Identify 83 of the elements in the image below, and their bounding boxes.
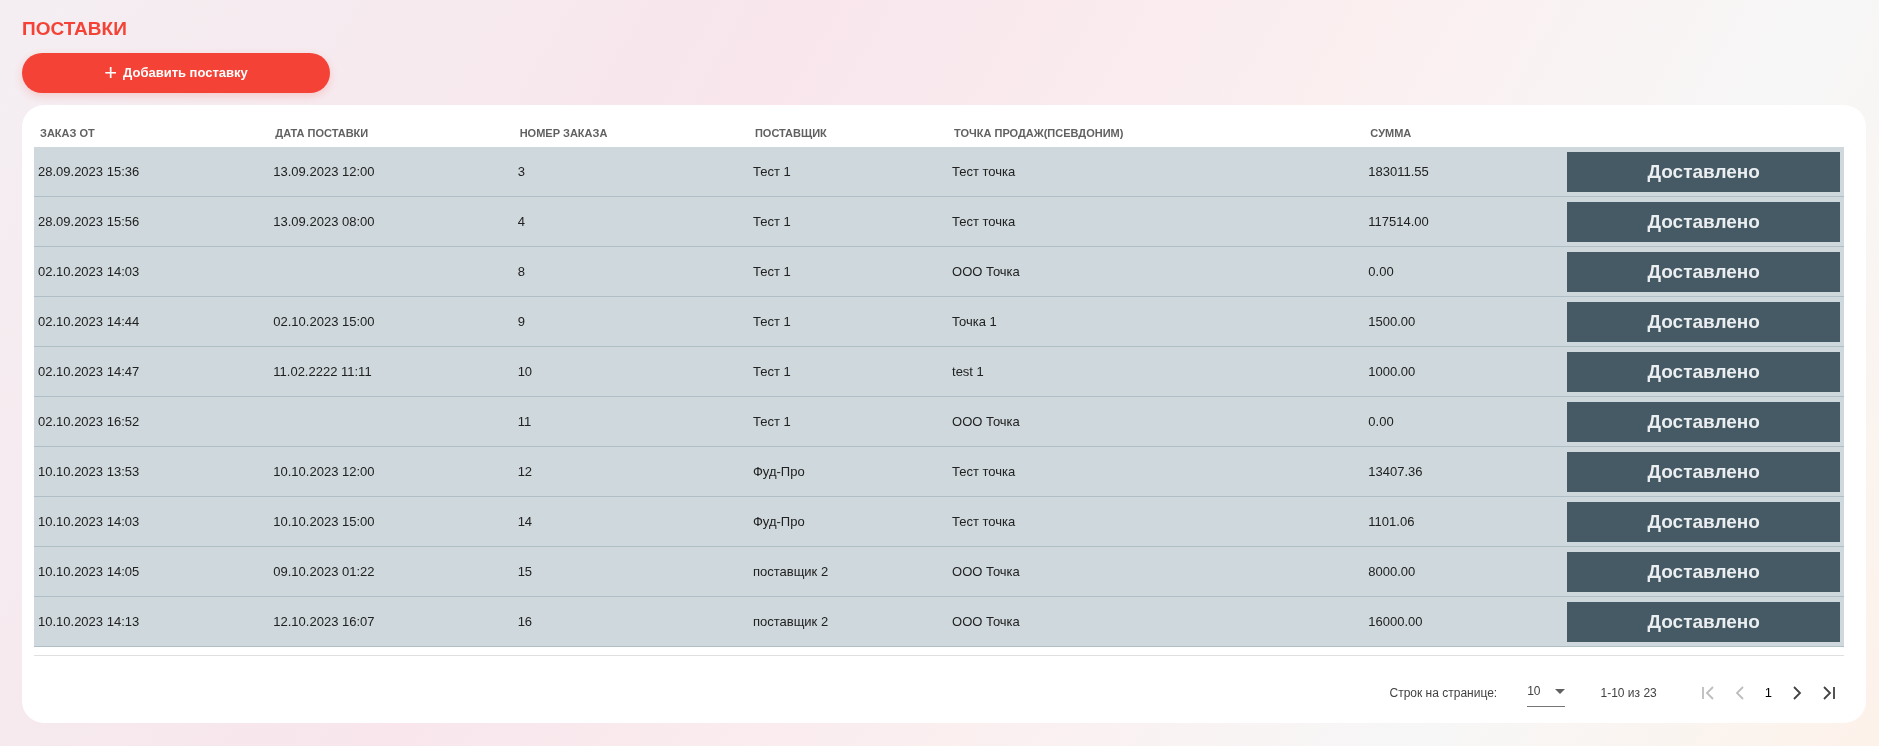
status-button[interactable]: Доставлено <box>1567 501 1840 542</box>
status-button[interactable]: Доставлено <box>1567 201 1840 242</box>
table-cell: ООО Точка <box>948 597 1365 648</box>
table-cell: 9 <box>513 297 749 348</box>
table-cell: 10.10.2023 13:53 <box>34 447 270 498</box>
table-cell: 13.09.2023 08:00 <box>269 197 514 248</box>
table-cell: 14 <box>513 497 749 548</box>
rows-per-page-label: Строк на странице: <box>1389 684 1498 702</box>
status-button[interactable]: Доставлено <box>1567 451 1840 492</box>
table-cell: Тест точка <box>948 197 1365 248</box>
table-cell: 0.00 <box>1364 397 1564 448</box>
table-cell: 1500.00 <box>1364 297 1564 348</box>
table-cell: 28.09.2023 15:36 <box>34 147 270 198</box>
table-cell: 4 <box>513 197 749 248</box>
table-cell: 12 <box>513 447 749 498</box>
last-page-icon[interactable] <box>1820 684 1836 701</box>
table-cell: 10 <box>513 347 749 398</box>
table-cell: 10.10.2023 14:05 <box>34 547 270 598</box>
table-cell: 13407.36 <box>1364 447 1564 498</box>
table-cell: 12.10.2023 16:07 <box>269 597 514 648</box>
table-cell: 02.10.2023 15:00 <box>269 297 514 348</box>
table-cell: 15 <box>513 547 749 598</box>
table-cell: Тест точка <box>948 447 1365 498</box>
column-header: ДАТА ПОСТАВКИ <box>274 125 370 141</box>
table-cell: Тест точка <box>948 497 1365 548</box>
table-cell: 16000.00 <box>1364 597 1564 648</box>
table-cell: 16 <box>513 597 749 648</box>
table-cell: ООО Точка <box>948 547 1365 598</box>
table-cell: Тест 1 <box>748 297 949 348</box>
table-cell: 11.02.2222 11:11 <box>269 347 514 398</box>
page-number[interactable]: 1 <box>1756 683 1780 703</box>
table-cell: Тест 1 <box>748 147 949 198</box>
table-cell: ООО Точка <box>948 397 1365 448</box>
status-button[interactable]: Доставлено <box>1567 251 1840 292</box>
table-cell: 0.00 <box>1364 247 1564 298</box>
table-cell: 10.10.2023 14:13 <box>34 597 270 648</box>
table-cell: Фуд-Про <box>748 447 949 498</box>
plus-icon: + <box>104 61 118 84</box>
table-cell: Тест 1 <box>748 347 949 398</box>
status-button[interactable]: Доставлено <box>1567 551 1840 592</box>
table-cell: test 1 <box>948 347 1365 398</box>
table-cell: 117514.00 <box>1364 197 1564 248</box>
table-cell: 02.10.2023 14:03 <box>34 247 270 298</box>
column-header: ЗАКАЗ ОТ <box>39 125 96 141</box>
table-cell: 10.10.2023 15:00 <box>269 497 514 548</box>
page-title: ПОСТАВКИ <box>22 18 128 41</box>
table-cell: поставщик 2 <box>748 547 949 598</box>
column-header: ТОЧКА ПРОДАЖ(ПСЕВДОНИМ) <box>953 125 1125 141</box>
table-cell: 8000.00 <box>1364 547 1564 598</box>
column-header: НОМЕР ЗАКАЗА <box>518 125 609 141</box>
table-cell: 11 <box>513 397 749 448</box>
rows-per-page-select[interactable]: 10 <box>1527 678 1565 708</box>
table-cell: 10.10.2023 14:03 <box>34 497 270 548</box>
table-cell: 8 <box>513 247 749 298</box>
table-cell: Тест 1 <box>748 247 949 298</box>
table-cell: 13.09.2023 12:00 <box>269 147 514 198</box>
status-button[interactable]: Доставлено <box>1567 601 1840 642</box>
table-cell: 1000.00 <box>1364 347 1564 398</box>
table-cell: 10.10.2023 12:00 <box>269 447 514 498</box>
table-cell: 183011.55 <box>1364 147 1564 198</box>
status-button[interactable]: Доставлено <box>1567 351 1840 392</box>
table-cell: Фуд-Про <box>748 497 949 548</box>
table-cell: 02.10.2023 14:47 <box>34 347 270 398</box>
table-cell: 02.10.2023 14:44 <box>34 297 270 348</box>
table-cell: Тест точка <box>948 147 1365 198</box>
table-cell: 02.10.2023 16:52 <box>34 397 270 448</box>
table-cell: 3 <box>513 147 749 198</box>
status-button[interactable]: Доставлено <box>1567 151 1840 192</box>
status-button[interactable]: Доставлено <box>1567 401 1840 442</box>
page-range: 1-10 из 23 <box>1600 684 1657 702</box>
table-cell: ООО Точка <box>948 247 1365 298</box>
column-header: ПОСТАВЩИК <box>753 125 828 141</box>
table-cell: Тест 1 <box>748 197 949 248</box>
caret-icon <box>1554 688 1565 694</box>
status-button[interactable]: Доставлено <box>1567 301 1840 342</box>
table-cell: Тест 1 <box>748 397 949 448</box>
table-cell: Точка 1 <box>948 297 1365 348</box>
table-cell: поставщик 2 <box>748 597 949 648</box>
table-cell: 1101.06 <box>1364 497 1564 548</box>
table-cell: 09.10.2023 01:22 <box>269 547 514 598</box>
table-cell: 28.09.2023 15:56 <box>34 197 270 248</box>
add-delivery-button[interactable]: + Добавить поставку <box>22 52 330 93</box>
column-header: СУММА <box>1369 125 1413 141</box>
